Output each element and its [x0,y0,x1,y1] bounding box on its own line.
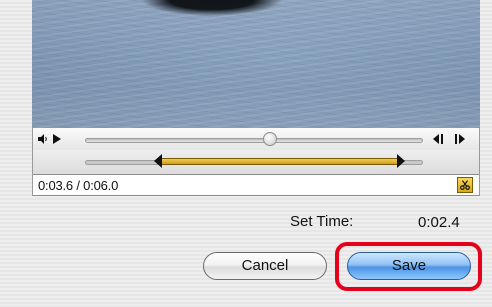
trim-end-handle[interactable] [396,154,406,168]
seek-track[interactable] [85,138,423,143]
time-row: 0:03.6 / 0:06.0 [33,174,479,196]
scissors-icon[interactable] [457,177,473,193]
video-shading [32,0,480,128]
cancel-button[interactable]: Cancel [203,252,327,280]
playhead-knob[interactable] [262,132,277,146]
set-time-value: 0:02.4 [418,214,460,231]
speaker-icon[interactable] [37,133,49,145]
dialog-window: 0:03.6 / 0:06.0 Set Time: 0:02.4 Cancel … [0,0,492,307]
set-time-label: Set Time: [290,213,354,230]
video-preview [32,0,480,128]
time-readout: 0:03.6 / 0:06.0 [38,178,119,193]
save-button[interactable]: Save [347,252,471,280]
play-icon[interactable] [52,133,62,145]
step-back-icon[interactable] [431,133,445,145]
playback-row [33,128,479,151]
trim-start-handle[interactable] [153,154,163,168]
step-forward-icon[interactable] [453,133,467,145]
trim-selection [162,158,398,165]
movie-controller: 0:03.6 / 0:06.0 [32,128,480,196]
trim-row [33,150,479,174]
